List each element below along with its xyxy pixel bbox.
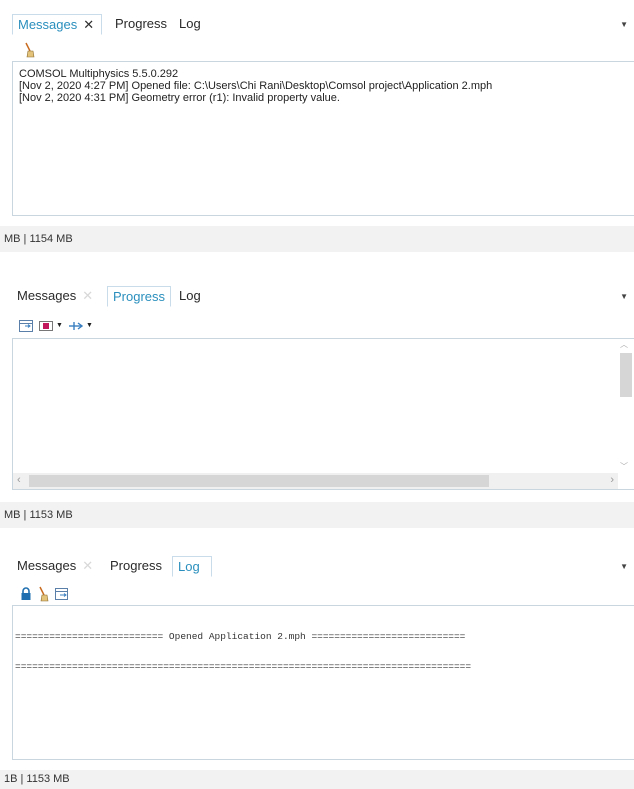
progress-area: ︿ ﹀ ‹ ›: [12, 338, 634, 490]
log-line: ========================== Opened Applic…: [15, 631, 466, 642]
panel-menu-icon[interactable]: ▼: [620, 20, 628, 29]
tab-messages[interactable]: Messages ✕: [12, 286, 102, 307]
memory-status: 1B | 1153 MB: [4, 773, 70, 785]
message-line: [Nov 2, 2020 4:31 PM] Geometry error (r1…: [19, 92, 340, 104]
tab-label: Messages: [18, 17, 78, 32]
panel-menu-icon[interactable]: ▼: [620, 292, 628, 301]
log-area: ========================== Opened Applic…: [12, 605, 634, 760]
progress-panel: Messages ✕ Progress Log ▼ ▼ ▼ ︿ ﹀ ‹ ›: [12, 280, 634, 494]
export-icon[interactable]: [54, 586, 70, 602]
broom-icon[interactable]: [22, 42, 38, 58]
log-lines: ========================== Opened Applic…: [15, 612, 471, 692]
message-line: COMSOL Multiphysics 5.5.0.292: [19, 68, 179, 80]
tab-progress[interactable]: Progress: [107, 286, 172, 307]
scroll-left-icon[interactable]: ‹: [17, 474, 21, 486]
status-bar: MB | 1154 MB: [0, 226, 634, 252]
tab-bar: Messages ✕ Progress Log ▼: [12, 550, 634, 578]
step-icon[interactable]: [68, 318, 84, 334]
scroll-up-icon[interactable]: ︿: [620, 339, 628, 350]
dropdown-arrow-icon[interactable]: ▼: [86, 318, 102, 334]
tab-label: Messages: [17, 288, 77, 303]
scroll-down-icon[interactable]: ﹀: [620, 461, 628, 472]
scroll-thumb[interactable]: [29, 475, 489, 487]
log-panel: Messages ✕ Progress Log ▼ ===============…: [12, 550, 634, 760]
memory-status: MB | 1153 MB: [4, 509, 73, 521]
scroll-right-icon[interactable]: ›: [610, 474, 614, 486]
expand-table-icon[interactable]: [18, 318, 34, 334]
messages-area: COMSOL Multiphysics 5.5.0.292 [Nov 2, 20…: [12, 61, 634, 216]
message-list: COMSOL Multiphysics 5.5.0.292 [Nov 2, 20…: [19, 68, 492, 104]
tab-progress[interactable]: Progress: [105, 556, 167, 577]
tab-bar: Messages ✕ Progress Log ▼: [12, 280, 634, 308]
vertical-scrollbar[interactable]: ︿ ﹀: [618, 339, 634, 472]
tab-label: Messages: [17, 558, 77, 573]
tab-log[interactable]: Log: [174, 14, 206, 35]
status-bar: MB | 1153 MB: [0, 502, 634, 528]
panel-menu-icon[interactable]: ▼: [620, 562, 628, 571]
status-bar: 1B | 1153 MB: [0, 770, 634, 789]
broom-icon[interactable]: [36, 586, 52, 602]
tab-bar: Messages ✕ Progress Log ▼: [12, 8, 634, 36]
message-line: [Nov 2, 2020 4:27 PM] Opened file: C:\Us…: [19, 80, 493, 92]
tab-log[interactable]: Log: [174, 286, 206, 307]
messages-panel: Messages ✕ Progress Log ▼ COMSOL Multiphy…: [12, 8, 634, 218]
tab-log[interactable]: Log: [172, 556, 212, 577]
tab-messages[interactable]: Messages ✕: [12, 14, 102, 35]
memory-status: MB | 1154 MB: [4, 233, 73, 245]
progress-bar-icon[interactable]: [38, 318, 54, 334]
lock-icon[interactable]: [18, 586, 34, 602]
scroll-thumb[interactable]: [620, 353, 632, 397]
close-icon[interactable]: ✕: [83, 17, 94, 32]
tab-messages[interactable]: Messages ✕: [12, 556, 102, 577]
log-line: ========================================…: [15, 661, 472, 672]
horizontal-scrollbar[interactable]: ‹ ›: [13, 473, 618, 489]
close-icon[interactable]: ✕: [82, 288, 93, 303]
close-icon[interactable]: ✕: [82, 558, 93, 573]
tab-progress[interactable]: Progress: [110, 14, 172, 35]
